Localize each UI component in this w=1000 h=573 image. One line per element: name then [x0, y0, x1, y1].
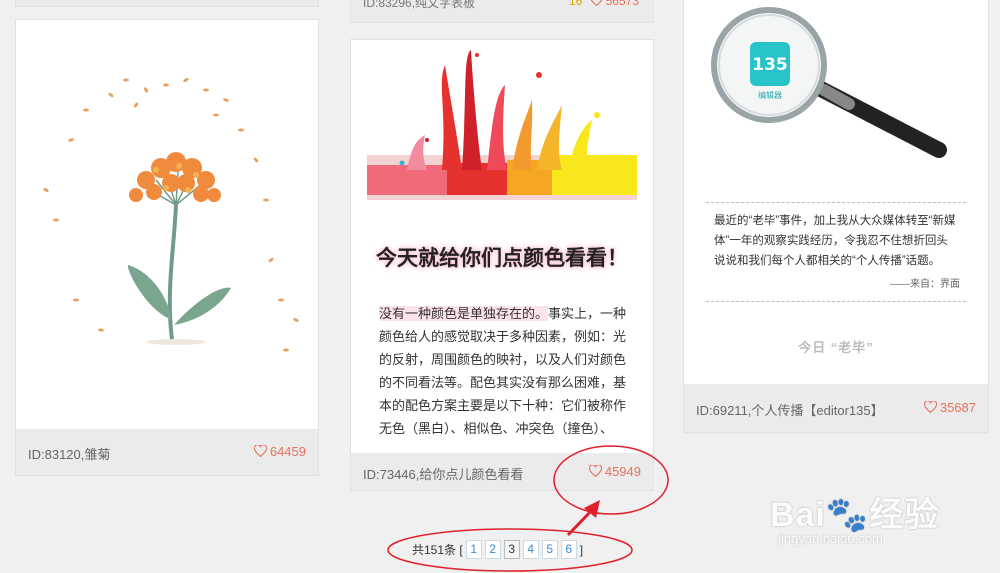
pagination: 共151条 [ 1 2 3 4 5 6 ]: [412, 540, 583, 559]
top-mid-card-footer: ID:83296,纯文字表板 16 56573: [351, 0, 653, 22]
card-id-label[interactable]: ID:73446,给你点儿颜色看看: [363, 464, 523, 483]
like-count: 45949: [604, 464, 641, 479]
card-footer: ID:69211,个人传播【editor135】 35687: [684, 384, 988, 432]
page-link-1[interactable]: 1: [465, 540, 482, 559]
top-left-card-footer: [16, 0, 318, 6]
heart-icon: [923, 401, 937, 413]
like-count: 35687: [939, 400, 976, 415]
card-footer: ID:83120,雏菊 64459: [16, 429, 318, 475]
page-link-5[interactable]: 5: [541, 540, 558, 559]
page-link-4[interactable]: 4: [522, 540, 539, 559]
card-id-label[interactable]: ID:69211,个人传播【editor135】: [696, 400, 884, 419]
template-card-personal-media[interactable]: 135 编辑器 最近的“老毕”事件，加上我从大众媒体转至“新媒体”一年的观察实践…: [684, 0, 988, 432]
daisy-illustration: [43, 78, 299, 352]
like-button[interactable]: 35687: [923, 400, 976, 415]
like-button[interactable]: 64459: [253, 444, 306, 459]
heart-icon: [590, 0, 602, 6]
top-mid-id: ID:83296,纯文字表板: [363, 0, 476, 10]
fade-overlay: [744, 350, 928, 380]
logo-text: 135: [752, 55, 788, 75]
pager-close-bracket: ]: [579, 542, 584, 557]
magnifier-image: 135 编辑器: [711, 7, 947, 158]
heart-icon: [588, 465, 602, 477]
page-link-6[interactable]: 6: [560, 540, 577, 559]
template-card-daisy[interactable]: ID:83120,雏菊 64459: [16, 20, 318, 475]
heart-icon: [253, 445, 267, 457]
like-count: 64459: [269, 444, 306, 459]
watermark-site: jingyan.baidu.com: [778, 531, 883, 546]
like-button[interactable]: 45949: [588, 464, 641, 479]
card-footer: ID:73446,给你点儿颜色看看 45949: [351, 453, 653, 490]
logo-subtext: 编辑器: [758, 90, 782, 100]
page-link-3-current: 3: [503, 540, 520, 559]
total-count: 共151条 [: [412, 543, 463, 557]
paint-splash-image: [367, 50, 637, 200]
watermark-brand: Bai🐾经验: [770, 496, 940, 534]
card-body-text: 没有一种颜色是单独存在的。事实上，一种颜色给人的感觉取决于多种因素，例如：光的反…: [379, 306, 627, 436]
top-mid-likes[interactable]: 16 56573: [569, 0, 639, 8]
card-headline: 今天就给你们点颜色看看！: [376, 247, 628, 270]
quote-text: 最近的“老毕”事件，加上我从大众媒体转至“新媒体”一年的观察实践经历，令我忍不住…: [714, 215, 956, 267]
coin-badge: 16: [568, 0, 583, 8]
quote-box: 最近的“老毕”事件，加上我从大众媒体转至“新媒体”一年的观察实践经历，令我忍不住…: [706, 202, 966, 302]
annotation-arrow-line: [566, 506, 596, 537]
template-card-colors[interactable]: 今天就给你们点颜色看看！ 没有一种颜色是单独存在的。事实上，一种颜色给人的感觉取…: [351, 40, 653, 490]
annotation-arrow-head: [584, 500, 600, 518]
quote-source: ——来自：界面: [890, 279, 960, 290]
card-id-label[interactable]: ID:83120,雏菊: [28, 444, 110, 463]
baidu-watermark: Bai🐾经验 jingyan.baidu.com: [770, 465, 990, 555]
page-link-2[interactable]: 2: [484, 540, 501, 559]
